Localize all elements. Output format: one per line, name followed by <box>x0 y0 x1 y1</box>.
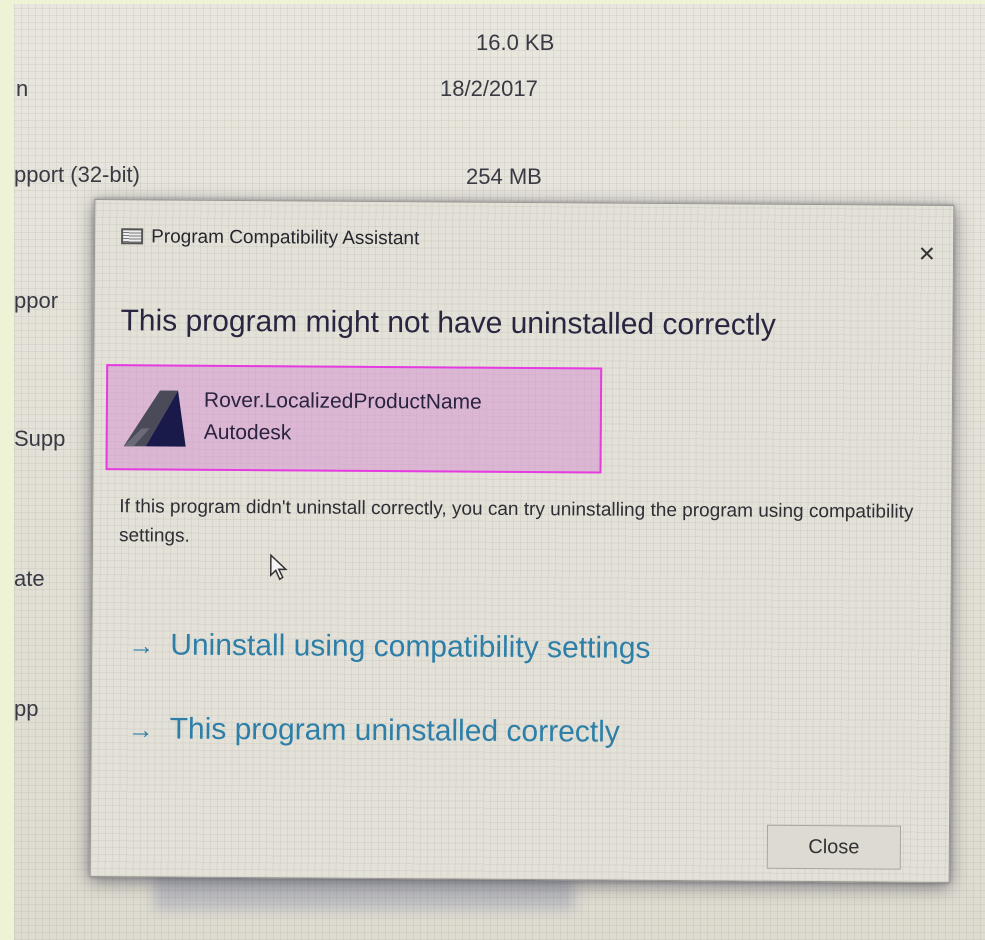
autodesk-logo-icon <box>123 390 186 447</box>
dialog-description: If this program didn't uninstall correct… <box>118 496 914 547</box>
link-label: Uninstall using compatibility settings <box>170 628 651 665</box>
close-icon[interactable]: × <box>919 238 936 269</box>
mouse-pointer-icon <box>269 553 288 581</box>
dialog-titlebar: Program Compatibility Assistant × <box>95 200 953 276</box>
window-icon <box>121 228 144 245</box>
dialog-title: Program Compatibility Assistant <box>151 226 420 250</box>
row-fragment: ppor <box>14 288 59 313</box>
program-publisher: Autodesk <box>203 420 292 445</box>
row-fragment: n <box>16 76 29 101</box>
link-label: This program uninstalled correctly <box>169 712 620 749</box>
arrow-right-icon: → <box>128 630 155 661</box>
uninstall-compat-link[interactable]: → Uninstall using compatibility settings <box>128 628 650 666</box>
size-value: 254 MB <box>466 164 542 189</box>
uninstalled-correctly-link[interactable]: → This program uninstalled correctly <box>128 712 620 749</box>
size-value: 16.0 KB <box>476 30 555 55</box>
date-value: 18/2/2017 <box>440 76 538 101</box>
arrow-right-icon: → <box>127 714 154 745</box>
row-fragment: ate <box>14 566 45 591</box>
row-fragment: Supp <box>14 426 66 451</box>
program-info: Rover.LocalizedProductName Autodesk <box>105 364 603 474</box>
program-name: Rover.LocalizedProductName <box>203 388 482 414</box>
compatibility-dialog: Program Compatibility Assistant × This p… <box>89 199 955 883</box>
dialog-heading: This program might not have uninstalled … <box>120 304 776 342</box>
row-fragment: pp <box>14 696 39 721</box>
close-button[interactable]: Close <box>766 824 902 870</box>
row-fragment: pport (32-bit) <box>14 162 140 187</box>
